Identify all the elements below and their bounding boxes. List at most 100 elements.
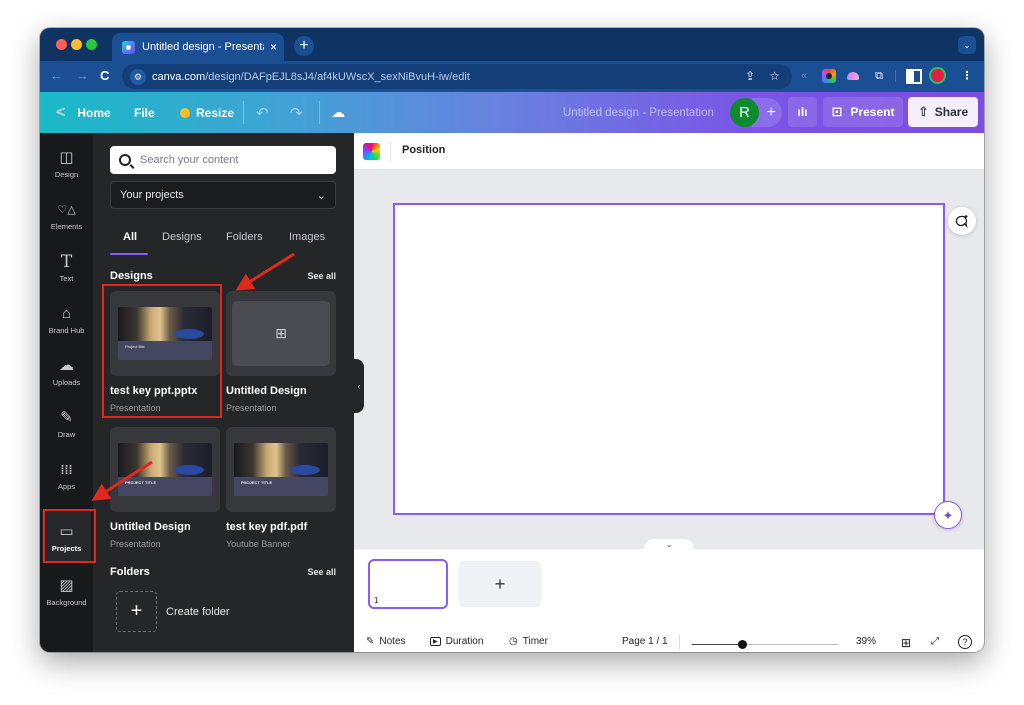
new-tab-button[interactable]: + (294, 36, 314, 56)
folders-see-all-link[interactable]: See all (307, 567, 336, 577)
browser-tab[interactable]: Untitled design - Presentation × (112, 33, 284, 61)
shapes-icon: ♡△ (57, 203, 76, 216)
rail-item-draw[interactable]: ✎ Draw (42, 397, 91, 449)
background-color-button[interactable] (363, 143, 380, 160)
cloud-saved-icon[interactable]: ☁ (331, 92, 345, 133)
search-input[interactable]: Search your content (110, 146, 336, 174)
timer-button[interactable]: ◷ Timer (509, 636, 548, 647)
presentation-icon: ⊡ (831, 104, 843, 119)
zoom-slider-handle[interactable] (737, 640, 747, 649)
close-tab-icon[interactable]: × (270, 40, 277, 54)
zoom-slider-fill (692, 644, 742, 645)
page-number: 1 (374, 596, 379, 605)
tab-all[interactable]: All (123, 231, 137, 243)
bar-chart-icon: ılı (797, 105, 808, 119)
forward-button[interactable]: → (76, 68, 89, 83)
redo-button[interactable]: ↷ (290, 92, 303, 133)
extension-color-picker-icon[interactable] (822, 69, 836, 83)
browser-window: Untitled design - Presentation × + ⌄ ← →… (40, 28, 984, 652)
side-panel-icon[interactable] (906, 69, 920, 83)
duration-icon: ▶ (430, 637, 441, 646)
extensions-puzzle-icon[interactable]: ⧉ (872, 69, 886, 83)
share-button[interactable]: ⇧ Share (908, 97, 978, 127)
help-icon[interactable]: ? (958, 635, 972, 649)
design-type: Presentation (226, 403, 277, 413)
bookmark-star-icon[interactable]: ☆ (769, 69, 780, 83)
designs-see-all-link[interactable]: See all (307, 271, 336, 281)
design-thumbnail: ⊞ (226, 291, 336, 376)
file-menu-button[interactable]: File (134, 92, 155, 133)
url-path: /design/DAFpEJL8sJ4/af4kUWscX_sexNiBvuH-… (205, 70, 470, 83)
back-button[interactable]: ← (50, 68, 63, 83)
context-toolbar: Position (354, 133, 984, 170)
magic-sparkle-icon[interactable]: ✦ (934, 501, 962, 529)
url-input[interactable]: ⚙ canva.com /design/DAFpEJL8sJ4/af4kUWsc… (122, 64, 792, 89)
share-page-icon[interactable]: ⇪ (745, 69, 755, 83)
layout-icon: ◫ (59, 148, 74, 166)
home-button[interactable]: < Home (56, 92, 111, 133)
house-photo-thumbnail: Project title (118, 307, 212, 360)
rail-item-uploads[interactable]: ☁ Uploads (42, 345, 91, 397)
design-thumbnail: Project title (110, 291, 220, 376)
chevron-left-icon: < (56, 103, 66, 121)
folders-section-header: Folders See all (110, 566, 336, 578)
maximize-window-button[interactable] (86, 39, 97, 50)
add-comment-icon[interactable] (948, 207, 976, 235)
minimize-window-button[interactable] (71, 39, 82, 50)
design-canvas-page[interactable] (393, 203, 945, 515)
duration-button[interactable]: ▶ Duration (430, 636, 483, 647)
site-settings-icon[interactable]: ⚙ (130, 68, 146, 85)
toolbar-divider (319, 101, 320, 124)
upload-share-icon: ⇧ (917, 104, 929, 119)
design-card[interactable]: PROJECT TITLE test key pdf.pdf Youtube B… (226, 427, 336, 549)
tab-designs[interactable]: Designs (162, 231, 202, 243)
close-window-button[interactable] (56, 39, 67, 50)
tab-search-button[interactable]: ⌄ (958, 36, 976, 54)
present-button[interactable]: ⊡ Present (823, 97, 903, 127)
toolbar-divider (390, 142, 391, 161)
design-title[interactable]: Untitled design - Presentation (563, 92, 714, 133)
fullscreen-icon[interactable]: ⤢ (931, 636, 939, 647)
notes-icon: ✎ (366, 636, 375, 647)
undo-button[interactable]: ↶ (256, 92, 269, 133)
resize-button[interactable]: Resize (180, 92, 234, 133)
rail-item-brand-hub[interactable]: ⌂ Brand Hub (42, 293, 91, 345)
search-icon (119, 154, 131, 166)
rail-item-text[interactable]: T Text (42, 241, 91, 293)
insights-button[interactable]: ılı (788, 97, 817, 127)
tab-folders[interactable]: Folders (226, 231, 263, 243)
page-indicator[interactable]: Page 1 / 1 (622, 636, 668, 647)
rail-item-design[interactable]: ◫ Design (42, 137, 91, 189)
design-card[interactable]: Project title test key ppt.pptx Presenta… (110, 291, 220, 413)
position-button[interactable]: Position (402, 144, 445, 156)
collapse-pages-button[interactable]: ⌄ (644, 539, 694, 551)
projects-dropdown[interactable]: Your projects ⌄ (110, 181, 336, 209)
extension-cloud-icon[interactable] (847, 69, 861, 83)
browser-menu-icon[interactable]: ⋮ (960, 69, 974, 83)
avatar[interactable]: R (730, 98, 759, 127)
collapse-panel-button[interactable]: ‹ (354, 359, 364, 413)
present-label: Present (850, 105, 895, 119)
folder-icon: ▭ (59, 522, 74, 540)
profile-icon[interactable] (931, 69, 945, 83)
design-card[interactable]: ⊞ Untitled Design Presentation (226, 291, 336, 413)
rail-item-projects[interactable]: ▭ Projects (42, 511, 91, 563)
add-page-button[interactable]: + (459, 561, 541, 607)
resize-label: Resize (196, 105, 235, 120)
tab-images[interactable]: Images (289, 231, 325, 243)
rail-item-background[interactable]: ▨ Background (42, 565, 91, 617)
reload-button[interactable]: C (100, 68, 109, 83)
page-thumbnail[interactable]: 1 (368, 559, 448, 609)
create-folder-button[interactable]: + Create folder (116, 591, 230, 632)
rail-item-apps[interactable]: ⁞⁞⁞ Apps (42, 449, 91, 501)
grid-view-icon[interactable]: ⊞ (901, 636, 911, 650)
design-card[interactable]: PROJECT TITLE Untitled Design Presentati… (110, 427, 220, 549)
zoom-slider[interactable] (692, 640, 838, 649)
extension-back-icon[interactable]: « (797, 69, 811, 83)
dropdown-value: Your projects (120, 189, 184, 201)
share-label: Share (934, 105, 969, 119)
designs-section-header: Designs See all (110, 270, 336, 282)
zoom-percentage[interactable]: 39% (856, 636, 876, 647)
notes-button[interactable]: ✎ Notes (366, 636, 406, 647)
rail-item-elements[interactable]: ♡△ Elements (42, 189, 91, 241)
